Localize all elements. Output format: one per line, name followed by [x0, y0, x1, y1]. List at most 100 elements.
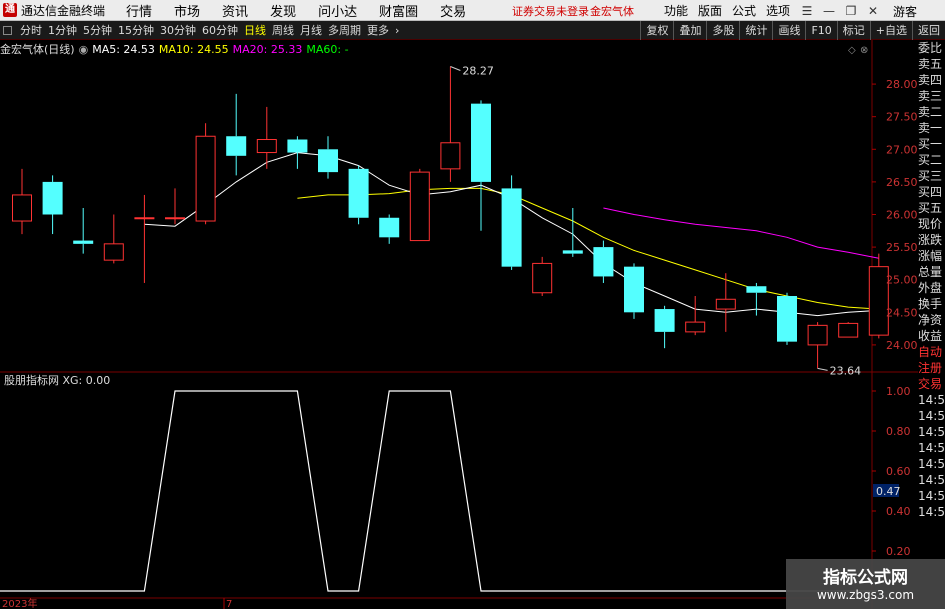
- window-controls: ☰ — ❐ ✕: [796, 0, 884, 21]
- kline-chart[interactable]: 28.00 27.50 27.00 26.50 26.00 25.50 25.00 24.50…: [0, 40, 918, 609]
- menu-formula[interactable]: 公式: [732, 2, 756, 19]
- quote-panel-item: 14:56: [918, 441, 945, 455]
- quote-panel-item: 买五: [918, 201, 943, 215]
- quote-panel-item: 外盘: [918, 281, 943, 295]
- menu-icon[interactable]: ☰: [796, 4, 818, 18]
- candle: [593, 240, 614, 283]
- draw-line-button[interactable]: 画线: [772, 21, 805, 40]
- quote-panel-item: 卖二: [918, 105, 943, 119]
- back-button[interactable]: 返回: [912, 21, 945, 40]
- period-30min[interactable]: 30分钟: [160, 22, 196, 38]
- period-60min[interactable]: 60分钟: [202, 22, 238, 38]
- quote-panel-item[interactable]: 注册: [918, 360, 945, 376]
- period-intraday[interactable]: 分时: [20, 22, 42, 38]
- candle-body: [685, 321, 706, 333]
- adjust-button[interactable]: 复权: [640, 21, 673, 40]
- quote-panel-item: 总量: [918, 265, 943, 279]
- candle: [746, 282, 767, 316]
- right-menu: 功能 版面 公式 选项: [664, 0, 800, 21]
- restore-icon[interactable]: ❐: [840, 4, 862, 18]
- candle: [440, 66, 461, 182]
- candle-body: [195, 135, 216, 222]
- f10-button[interactable]: F10: [805, 21, 836, 40]
- login-status[interactable]: 证券交易未登录: [512, 3, 589, 19]
- multi-stock-button[interactable]: 多股: [706, 21, 739, 40]
- chart-info-line: 金宏气体(日线) ◉ MA5: 24.53 MA10: 24.55 MA20: …: [0, 41, 353, 57]
- period-multi[interactable]: 多周期: [328, 22, 361, 38]
- quote-panel-item: 14:56: [918, 505, 945, 519]
- xg-line: [0, 390, 879, 592]
- period-weekly[interactable]: 周线: [272, 22, 294, 38]
- period-more[interactable]: 更多: [367, 22, 389, 38]
- quote-panel-item: 买三: [918, 169, 943, 183]
- candle: [42, 175, 63, 235]
- quote-panel-item: 买二: [918, 153, 943, 167]
- add-watchlist-button[interactable]: +自选: [869, 21, 912, 40]
- candle-body: [746, 286, 767, 293]
- quote-panel-item: 14:56: [918, 393, 945, 407]
- overlay-button[interactable]: 叠加: [673, 21, 706, 40]
- minimize-icon[interactable]: —: [818, 4, 840, 18]
- settings-icon[interactable]: ◉: [79, 43, 89, 56]
- menu-quotes[interactable]: 行情: [115, 1, 163, 20]
- candle-body: [807, 324, 828, 346]
- stock-title: 金宏气体(日线): [0, 43, 75, 56]
- candle-body: [715, 298, 736, 310]
- candle-body: [226, 136, 247, 156]
- time-axis-year: 2023年: [2, 597, 37, 609]
- quote-panel-item: 现价: [918, 217, 943, 231]
- candle-body: [838, 322, 859, 338]
- menu-trade[interactable]: 交易: [429, 1, 477, 20]
- quote-panel-item: 卖三: [918, 89, 943, 103]
- menu-layout[interactable]: 版面: [698, 2, 722, 19]
- period-daily[interactable]: 日线: [244, 22, 266, 38]
- guest-label[interactable]: 游客: [893, 3, 917, 20]
- quote-panel-item: 卖五: [918, 57, 943, 71]
- price-tick-label: 26.00: [886, 209, 918, 222]
- price-tick-label: 24.50: [886, 306, 918, 319]
- candle-body: [654, 309, 675, 332]
- candle: [562, 207, 583, 257]
- high-annotation-line: [450, 66, 461, 71]
- stock-name-header: 金宏气体: [590, 5, 634, 18]
- chevron-right-icon[interactable]: ›: [395, 24, 399, 37]
- candle-body: [256, 139, 277, 154]
- menu-market[interactable]: 市场: [163, 1, 211, 20]
- low-annotation-line: [817, 367, 828, 371]
- menu-options[interactable]: 选项: [766, 2, 790, 19]
- menu-wealth[interactable]: 财富圈: [368, 1, 429, 20]
- menu-discover[interactable]: 发现: [259, 1, 307, 20]
- price-tick-label: 27.00: [886, 143, 918, 156]
- quote-panel-item[interactable]: 交易: [918, 376, 945, 392]
- candle-body: [593, 247, 614, 277]
- menu-news[interactable]: 资讯: [211, 1, 259, 20]
- period-1min[interactable]: 1分钟: [48, 22, 77, 38]
- quote-panel-item: 14:56: [918, 425, 945, 439]
- indicator-current-value: 0.47: [876, 485, 901, 498]
- quote-panel-item: 涨幅: [918, 249, 943, 263]
- quote-panel: 委比 卖五 卖四 卖三 卖二 卖一 买一 买二 买三 买四 买五 现价 涨跌 涨幅 总量 外盘 换手 净资 收益 自动…: [918, 40, 945, 609]
- quote-panel-item[interactable]: 自动: [918, 344, 945, 360]
- quote-panel-item: 14:56: [918, 457, 945, 471]
- candle: [838, 322, 859, 338]
- indicator-tick-label: 1.00: [886, 385, 911, 398]
- app-title: 通达信金融终端: [21, 3, 106, 18]
- close-icon[interactable]: ✕: [862, 4, 884, 18]
- period-15min[interactable]: 15分钟: [118, 22, 154, 38]
- menu-ask[interactable]: 问小达: [307, 1, 368, 20]
- quote-panel-item: 买一: [918, 137, 943, 151]
- layout-icon[interactable]: [3, 25, 12, 35]
- period-toolbar: 分时 1分钟 5分钟 15分钟 30分钟 60分钟 日线 周线 月线 多周期 更…: [0, 21, 945, 40]
- period-5min[interactable]: 5分钟: [83, 22, 112, 38]
- candle: [868, 253, 889, 339]
- price-tick-label: 26.50: [886, 176, 918, 189]
- candle-body: [348, 168, 369, 218]
- period-monthly[interactable]: 月线: [300, 22, 322, 38]
- mark-button[interactable]: 标记: [836, 21, 870, 40]
- candle-body: [165, 217, 185, 220]
- candle: [471, 100, 491, 231]
- candle-body: [440, 142, 461, 170]
- statistics-button[interactable]: 统计: [739, 21, 772, 40]
- menu-function[interactable]: 功能: [664, 2, 688, 19]
- candle: [409, 168, 430, 242]
